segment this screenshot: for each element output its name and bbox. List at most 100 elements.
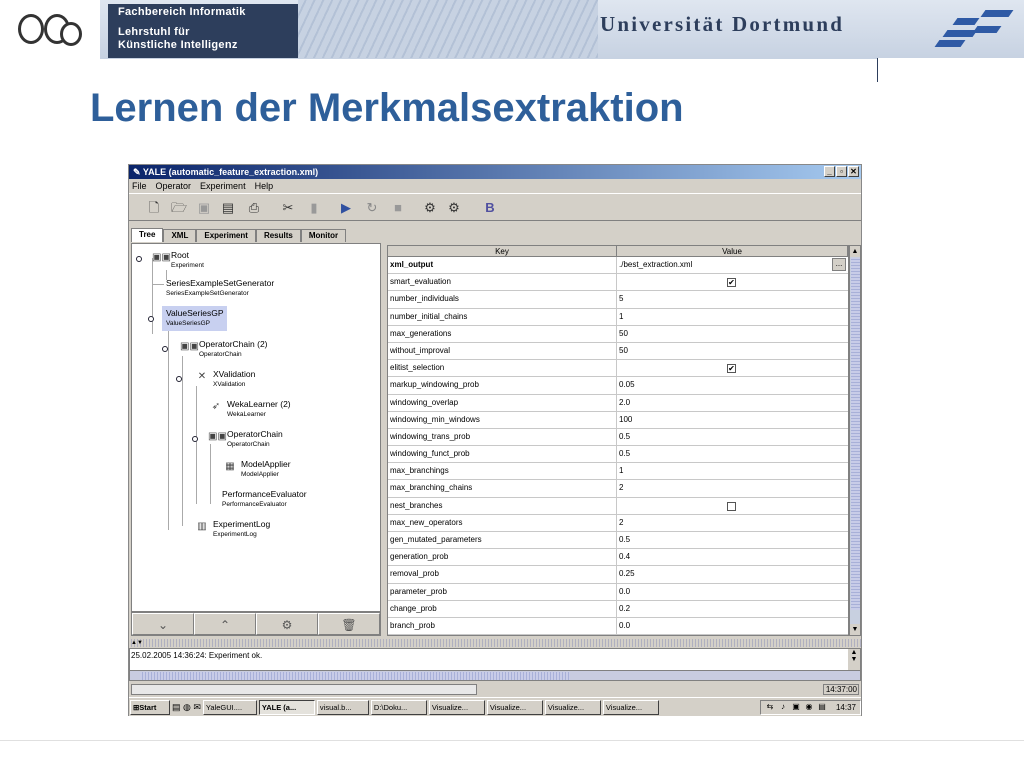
tree-node-performance-evaluator[interactable]: PerformanceEvaluator PerformanceEvaluator <box>222 489 307 510</box>
network-icon[interactable]: ⇆ <box>765 702 775 712</box>
param-value[interactable] <box>617 498 848 514</box>
table-row[interactable]: parameter_prob 0.0 <box>388 583 848 601</box>
param-value[interactable]: 2.0 <box>617 395 848 411</box>
table-row[interactable]: nest_branches <box>388 497 848 515</box>
move-down-icon[interactable]: ⌄ <box>132 613 194 635</box>
close-button[interactable]: ✕ <box>848 166 859 177</box>
antivirus-icon[interactable]: ◉ <box>804 702 814 712</box>
wizard-alt-icon[interactable]: ⚙ <box>447 201 461 215</box>
table-row[interactable]: max_branchings 1 <box>388 463 848 481</box>
print-icon[interactable]: ⎙ <box>247 201 261 215</box>
save-as-icon[interactable]: ▤ <box>221 201 235 215</box>
tree-node-xvalidation[interactable]: ✕ XValidation XValidation <box>194 369 256 390</box>
table-row[interactable]: windowing_min_windows 100 <box>388 411 848 429</box>
cut-icon[interactable]: ✂ <box>281 201 295 215</box>
param-value[interactable]: 0.4 <box>617 549 848 565</box>
b-icon[interactable]: B <box>483 201 497 215</box>
language-icon[interactable]: ▤ <box>817 702 827 712</box>
breakpoint-pin[interactable] <box>192 436 198 442</box>
minimize-button[interactable]: _ <box>824 166 835 177</box>
tab-results[interactable]: Results <box>255 229 301 242</box>
move-up-icon[interactable]: ⌃ <box>194 613 256 635</box>
scroll-up-icon[interactable]: ▲ <box>850 246 860 257</box>
table-row[interactable]: branch_prob 0.0 <box>388 617 848 635</box>
param-value[interactable]: 0.0 <box>617 584 848 600</box>
taskbar-item[interactable]: YaleGUI.... <box>202 699 257 715</box>
new-file-icon[interactable]: 🗋 <box>147 201 161 215</box>
tab-experiment[interactable]: Experiment <box>196 229 256 242</box>
panel-splitter[interactable]: ▲▼ <box>129 639 861 647</box>
param-value[interactable]: 1 <box>617 463 848 479</box>
stop-icon[interactable]: ■ <box>391 201 405 215</box>
param-value[interactable]: 2 <box>617 480 848 496</box>
menu-operator[interactable]: Operator <box>156 179 192 193</box>
restore-button[interactable]: ▫ <box>836 166 847 177</box>
taskbar-item[interactable]: D:\Doku... <box>370 699 427 715</box>
scroll-thumb[interactable] <box>140 672 570 680</box>
menu-experiment[interactable]: Experiment <box>200 179 246 193</box>
column-value[interactable]: Value <box>617 246 848 256</box>
tree-node-model-applier[interactable]: ▦ ModelApplier ModelApplier <box>222 459 290 480</box>
volume-icon[interactable]: ♪ <box>778 702 788 712</box>
table-row[interactable]: number_individuals 5 <box>388 291 848 309</box>
param-value[interactable]: 0.25 <box>617 566 848 582</box>
taskbar-item[interactable]: Visualize... <box>602 699 659 715</box>
tree-node-root[interactable]: ▣▣ Root Experiment <box>152 250 204 271</box>
wizard-icon[interactable]: ⚙ <box>423 201 437 215</box>
tab-monitor[interactable]: Monitor <box>300 229 347 242</box>
table-scrollbar[interactable]: ▲ ▼ <box>849 245 861 636</box>
log-horizontal-scrollbar[interactable] <box>129 670 861 681</box>
param-value[interactable]: 0.05 <box>617 377 848 393</box>
table-row[interactable]: windowing_funct_prob 0.5 <box>388 446 848 464</box>
breakpoint-pin[interactable] <box>136 256 142 262</box>
table-row[interactable]: max_new_operators 2 <box>388 514 848 532</box>
param-checkbox[interactable] <box>727 501 736 511</box>
tray-app-icon[interactable]: ▣ <box>791 702 801 712</box>
param-value[interactable]: 100 <box>617 412 848 428</box>
open-folder-icon[interactable]: 🗁 <box>171 201 187 215</box>
breakpoint-pin[interactable] <box>162 346 168 352</box>
tree-node-value-series-gp[interactable]: ValueSeriesGP ValueSeriesGP <box>162 306 228 331</box>
param-value[interactable]: 50 <box>617 343 848 359</box>
table-row[interactable]: windowing_trans_prob 0.5 <box>388 428 848 447</box>
param-value[interactable]: 2 <box>617 515 848 531</box>
tree-node-series-generator[interactable]: SeriesExampleSetGenerator SeriesExampleSe… <box>166 278 274 299</box>
menu-file[interactable]: File <box>132 179 147 193</box>
tree-node-operator-chain[interactable]: ▣▣ OperatorChain OperatorChain <box>208 429 283 450</box>
param-checkbox[interactable]: ✔ <box>727 278 736 288</box>
tree-node-operator-chain-2[interactable]: ▣▣ OperatorChain (2) OperatorChain <box>180 339 268 360</box>
param-value[interactable]: 5 <box>617 291 848 307</box>
resume-icon[interactable]: ↻ <box>365 201 379 215</box>
param-value[interactable]: 0.5 <box>617 429 848 445</box>
table-row[interactable]: generation_prob 0.4 <box>388 549 848 567</box>
param-value[interactable]: 0.5 <box>617 446 848 462</box>
wizard-icon[interactable]: ⚙ <box>256 613 318 635</box>
start-button[interactable]: ⊞Start <box>130 699 170 715</box>
tab-xml[interactable]: XML <box>163 229 197 242</box>
param-value[interactable]: ✔ <box>617 360 848 376</box>
param-value[interactable]: 0.0 <box>617 618 848 634</box>
table-row[interactable]: max_generations 50 <box>388 325 848 343</box>
taskbar-item[interactable]: Visualize... <box>544 699 601 715</box>
table-row[interactable]: without_improval 50 <box>388 342 848 361</box>
table-row[interactable]: elitist_selection ✔ <box>388 360 848 378</box>
scroll-thumb[interactable] <box>851 258 860 610</box>
column-key[interactable]: Key <box>388 246 617 256</box>
save-icon[interactable]: ▣ <box>197 201 211 215</box>
delete-icon[interactable]: ▮ <box>307 201 321 215</box>
table-row[interactable]: change_prob 0.2 <box>388 600 848 618</box>
table-row[interactable]: max_branching_chains 2 <box>388 480 848 498</box>
param-value[interactable]: 0.2 <box>617 601 848 617</box>
param-value[interactable]: ✔ <box>617 274 848 290</box>
tree-node-weka-learner[interactable]: ➶ WekaLearner (2) WekaLearner <box>208 399 291 420</box>
param-value[interactable]: 0.5 <box>617 532 848 548</box>
tree-node-experiment-log[interactable]: ▥ ExperimentLog ExperimentLog <box>194 519 270 540</box>
table-row[interactable]: markup_windowing_prob 0.05 <box>388 377 848 395</box>
scroll-down-icon[interactable]: ▼ <box>850 624 860 635</box>
table-row[interactable]: number_initial_chains 1 <box>388 308 848 326</box>
breakpoint-pin[interactable] <box>148 316 154 322</box>
taskbar-item-active[interactable]: YALE (a... <box>258 699 315 715</box>
window-titlebar[interactable]: ✎ YALE (automatic_feature_extraction.xml… <box>129 165 861 179</box>
tab-tree[interactable]: Tree <box>131 228 164 242</box>
run-icon[interactable]: ▶ <box>339 201 353 215</box>
